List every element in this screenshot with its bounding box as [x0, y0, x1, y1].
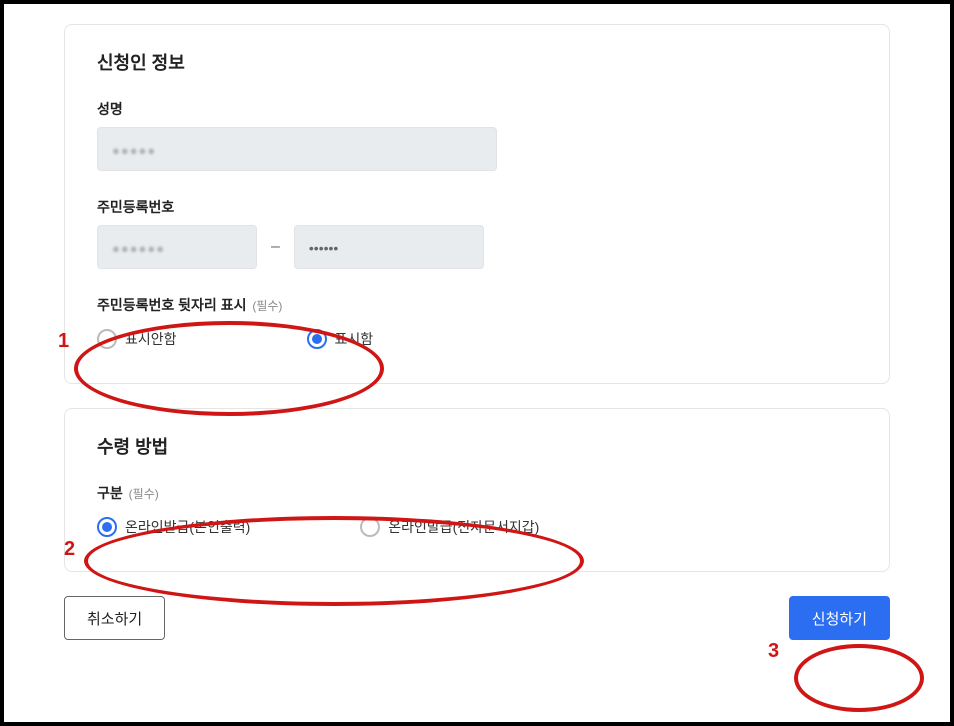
rrn-display-label: 주민등록번호 뒷자리 표시 (필수) — [97, 295, 857, 315]
radio-unchecked-icon — [360, 517, 380, 537]
rrn-display-hide-option[interactable]: 표시안함 — [97, 329, 177, 349]
rrn-front-box: ●●●●●● — [97, 225, 257, 269]
name-value-box: ●●●●● — [97, 127, 497, 171]
rrn-back-box: •••••• — [294, 225, 484, 269]
receive-type-radio-row: 온라인발급(본인출력) 온라인발급(전자문서지갑) — [97, 517, 857, 537]
receive-online-wallet-label: 온라인발급(전자문서지갑) — [388, 517, 539, 537]
document-frame: 신청인 정보 성명 ●●●●● 주민등록번호 ●●●●●● – •••••• 주… — [0, 0, 954, 726]
rrn-back-value: •••••• — [309, 240, 338, 256]
applicant-section-title: 신청인 정보 — [97, 49, 857, 75]
rrn-label: 주민등록번호 — [97, 197, 857, 217]
applicant-info-card: 신청인 정보 성명 ●●●●● 주민등록번호 ●●●●●● – •••••• 주… — [64, 24, 890, 384]
submit-button[interactable]: 신청하기 — [789, 596, 890, 640]
rrn-display-label-text: 주민등록번호 뒷자리 표시 — [97, 297, 246, 313]
button-row: 취소하기 신청하기 — [64, 596, 890, 640]
radio-checked-icon — [307, 329, 327, 349]
receive-online-wallet-option[interactable]: 온라인발급(전자문서지갑) — [360, 517, 539, 537]
rrn-display-show-label: 표시함 — [335, 329, 374, 349]
receive-type-label-text: 구분 — [97, 485, 123, 501]
receive-online-print-label: 온라인발급(본인출력) — [125, 517, 250, 537]
receive-section-title: 수령 방법 — [97, 433, 857, 459]
radio-unchecked-icon — [97, 329, 117, 349]
rrn-dash: – — [271, 238, 280, 256]
receive-method-card: 수령 방법 구분 (필수) 온라인발급(본인출력) 온라인발급(전자문서지갑) — [64, 408, 890, 572]
name-label: 성명 — [97, 99, 857, 119]
rrn-display-block: 주민등록번호 뒷자리 표시 (필수) 표시안함 표시함 — [97, 295, 857, 349]
name-value: ●●●●● — [112, 143, 156, 158]
cancel-button[interactable]: 취소하기 — [64, 596, 165, 640]
receive-type-required: (필수) — [129, 487, 159, 501]
rrn-front-value: ●●●●●● — [112, 241, 165, 256]
rrn-row: ●●●●●● – •••••• — [97, 225, 857, 269]
rrn-field-block: 주민등록번호 ●●●●●● – •••••• — [97, 197, 857, 269]
rrn-display-required: (필수) — [252, 299, 282, 313]
radio-checked-icon — [97, 517, 117, 537]
receive-type-label: 구분 (필수) — [97, 483, 857, 503]
rrn-display-hide-label: 표시안함 — [125, 329, 177, 349]
rrn-display-show-option[interactable]: 표시함 — [307, 329, 374, 349]
rrn-display-radio-row: 표시안함 표시함 — [97, 329, 857, 349]
receive-online-print-option[interactable]: 온라인발급(본인출력) — [97, 517, 250, 537]
receive-type-block: 구분 (필수) 온라인발급(본인출력) 온라인발급(전자문서지갑) — [97, 483, 857, 537]
annotation-number-3: 3 — [768, 640, 779, 663]
name-field-block: 성명 ●●●●● — [97, 99, 857, 171]
annotation-ellipse-3 — [794, 644, 924, 712]
